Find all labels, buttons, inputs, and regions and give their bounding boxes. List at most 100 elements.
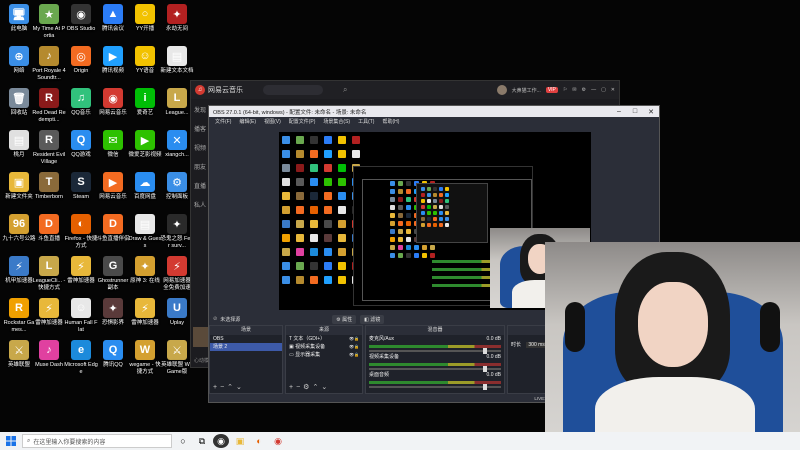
desktop-icon[interactable]: 🖥 此电脑 [2, 4, 36, 33]
desktop-icon[interactable]: Q 腾讯QQ [96, 340, 130, 369]
filters-button[interactable]: ◧ 滤镜 [360, 314, 385, 324]
desktop-icon[interactable]: ▤ 桃月 [2, 130, 36, 159]
desktop-icon[interactable]: i 爱奇艺 [128, 88, 162, 117]
desktop-icon[interactable]: ⚔ 英雄联盟 WeGame版 [160, 340, 194, 375]
desktop-icon[interactable]: ✕ xiangch... [160, 130, 194, 159]
cortana-icon[interactable]: ○ [175, 434, 191, 448]
netease-sidebar-item[interactable]: 私人 [191, 194, 209, 213]
netease-taskbar-icon[interactable]: ◉ [270, 434, 286, 448]
desktop-icon[interactable]: ⚙ 控制面板 [160, 172, 194, 201]
desktop-icon[interactable]: ★ My Time At Portia [32, 4, 66, 39]
desktop-icon[interactable]: Q QQ游戏 [64, 130, 98, 159]
desktop-icon[interactable]: ✦ 恐惧影界 [96, 298, 130, 327]
source-item[interactable]: ▣ 视频采集设备 👁🔒 [286, 343, 362, 351]
volume-slider[interactable] [369, 348, 501, 354]
desktop-icon[interactable]: 96 九十六号公路 [2, 214, 36, 243]
close-icon[interactable]: ✕ [611, 87, 615, 93]
desktop-icon[interactable]: ✦ 永劫无间 [160, 4, 194, 33]
netease-title-bar[interactable]: ♫ 网易云音乐 ⌕ 大鼻猫工作... VIP ⚐ ✉ ⚙ — ▢ ✕ [191, 81, 619, 99]
desktop-icon[interactable]: Wwegame - 快捷方式 [128, 340, 162, 375]
desktop-icon[interactable]: D 斗鱼直播 [32, 214, 66, 243]
netease-search-input[interactable] [263, 85, 323, 95]
obs-menu-item[interactable]: 配置文件(P) [289, 118, 316, 125]
netease-sidebar-item[interactable]: 播客 [191, 118, 209, 137]
desktop-icon[interactable]: ⚡ 网易加速器 全免费加速 [160, 256, 194, 291]
desktop-icon[interactable]: ⚡ 机甲加速器 [2, 256, 36, 285]
scene-item[interactable]: OBS [210, 335, 282, 343]
duration-input[interactable]: 300 ms [526, 342, 547, 348]
desktop-icon[interactable]: R Rockstar Games... [2, 298, 36, 333]
maximize-icon[interactable]: □ [627, 108, 643, 116]
minimize-icon[interactable]: – [611, 108, 627, 116]
source-item[interactable]: T 文本（GDI+） 👁🔒 [286, 335, 362, 343]
desktop-icon[interactable]: ☺ Human Fall Flat [64, 298, 98, 333]
scene-item[interactable]: 场景 2 [210, 343, 282, 351]
desktop-icon[interactable]: ☺ YY语音 [128, 46, 162, 75]
desktop-icon[interactable]: ▶ 网易云音乐 [96, 172, 130, 201]
desktop-icon[interactable]: ▤ 新建文本文档 [160, 46, 194, 75]
desktop-icon[interactable]: ○ YY开播 [128, 4, 162, 33]
desktop-icon[interactable]: ⚡ 雷神加速器 [128, 298, 162, 327]
desktop-icon[interactable]: ⚡ 雷神加速器 [64, 256, 98, 285]
obs-menu-item[interactable]: 工具(T) [358, 118, 374, 125]
task-view-icon[interactable]: ⧉ [194, 434, 210, 448]
volume-slider[interactable] [369, 366, 501, 372]
desktop-icon[interactable]: e Microsoft Edge [64, 340, 98, 375]
desktop-icon[interactable]: ♫ QQ音乐 [64, 88, 98, 117]
volume-slider[interactable] [369, 384, 501, 390]
desktop-icon[interactable]: ⚔ 英雄联盟 [2, 340, 36, 369]
properties-button[interactable]: ⚙ 属性 [332, 314, 357, 324]
obs-menu-item[interactable]: 编辑(E) [239, 118, 256, 125]
obs-menu-item[interactable]: 场景集合(S) [323, 118, 350, 125]
netease-sidebar-item[interactable]: 朋友 [191, 156, 209, 175]
desktop-icon[interactable]: T Timberborn [32, 172, 66, 201]
taskbar-search-input[interactable]: ⌕ 在这里输入你要搜索的内容 [22, 434, 172, 448]
folder-taskbar-icon[interactable]: ▣ [232, 434, 248, 448]
netease-sidebar-item[interactable]: 视频 [191, 137, 209, 156]
desktop-icon[interactable]: ▤ Draw & Guess [128, 214, 162, 249]
visibility-lock-icon[interactable]: 👁🔒 [349, 336, 359, 342]
desktop-icon[interactable]: ♪ Muse Dash [32, 340, 66, 369]
desktop-icon[interactable]: 🗑 回收站 [2, 88, 36, 117]
desktop-icon[interactable]: ✦ 原神 3: 在线 [128, 256, 162, 285]
desktop-icon[interactable]: L LeagueCli... - 快捷方式 [32, 256, 66, 291]
album-cover[interactable] [193, 327, 208, 347]
desktop-icon[interactable]: L League... [160, 88, 194, 117]
desktop-icon[interactable]: ◐ Firefox - 快捷方式 [64, 214, 98, 249]
netease-sidebar-item[interactable]: 发现 [191, 99, 209, 118]
desktop-icon[interactable]: ▲ 腾讯会议 [96, 4, 130, 33]
obs-menu-item[interactable]: 视图(V) [264, 118, 281, 125]
desktop-icon[interactable]: G Ghostrunner 副本 [96, 256, 130, 291]
desktop-icon[interactable]: ✉ 微信 [96, 130, 130, 159]
netease-user-area[interactable]: 大鼻猫工作... VIP ⚐ ✉ ⚙ — ▢ ✕ [496, 85, 615, 95]
visibility-lock-icon[interactable]: 👁🔒 [349, 352, 359, 358]
obs-taskbar-icon[interactable]: ◉ [213, 434, 229, 448]
gear-icon[interactable]: ⚙ [582, 87, 586, 93]
shirt-icon[interactable]: ⚐ [563, 87, 567, 93]
visibility-lock-icon[interactable]: 👁🔒 [349, 344, 359, 350]
desktop-icon[interactable]: R Resident Evil Village [32, 130, 66, 165]
minimize-icon[interactable]: — [591, 87, 596, 93]
desktop-icon[interactable]: ▶ 微爱芝影视频 [128, 130, 162, 159]
netease-sidebar-item[interactable]: 直播 [191, 175, 209, 194]
desktop-icon[interactable]: R Red Dead Redempti... [32, 88, 66, 123]
obs-menu-item[interactable]: 文件(F) [215, 118, 231, 125]
desktop-icon[interactable]: ♪ Port Royale 4 Soundtr... [32, 46, 66, 81]
desktop-icon[interactable]: ▶ 腾讯视频 [96, 46, 130, 75]
obs-title-bar[interactable]: OBS 27.0.1 (64-bit, windows) - 配置文件: 未命名… [209, 106, 659, 117]
maximize-icon[interactable]: ▢ [601, 87, 606, 93]
desktop-icon[interactable]: ✦ 恐鬼之怒 Fear surv... [160, 214, 194, 249]
firefox-taskbar-icon[interactable]: ◐ [251, 434, 267, 448]
scenes-controls[interactable]: +−⌃⌄ [213, 383, 245, 391]
start-button[interactable] [0, 432, 22, 450]
desktop-icon[interactable]: ▣ 新建文件夹 [2, 172, 36, 201]
desktop-icon[interactable]: ◎ Origin [64, 46, 98, 75]
desktop-icon[interactable]: ⚡ 雷神加速器 [32, 298, 66, 327]
desktop-icon[interactable]: D 斗鱼直播伴侣 [96, 214, 130, 243]
desktop-icon[interactable]: ⊕ 网络 [2, 46, 36, 75]
desktop-icon[interactable]: ◉ 网易云音乐 [96, 88, 130, 117]
obs-menu-item[interactable]: 帮助(H) [382, 118, 399, 125]
avatar[interactable] [496, 85, 507, 95]
close-icon[interactable]: ✕ [643, 108, 659, 116]
source-item[interactable]: ▭ 显示器采集 👁🔒 [286, 351, 362, 359]
